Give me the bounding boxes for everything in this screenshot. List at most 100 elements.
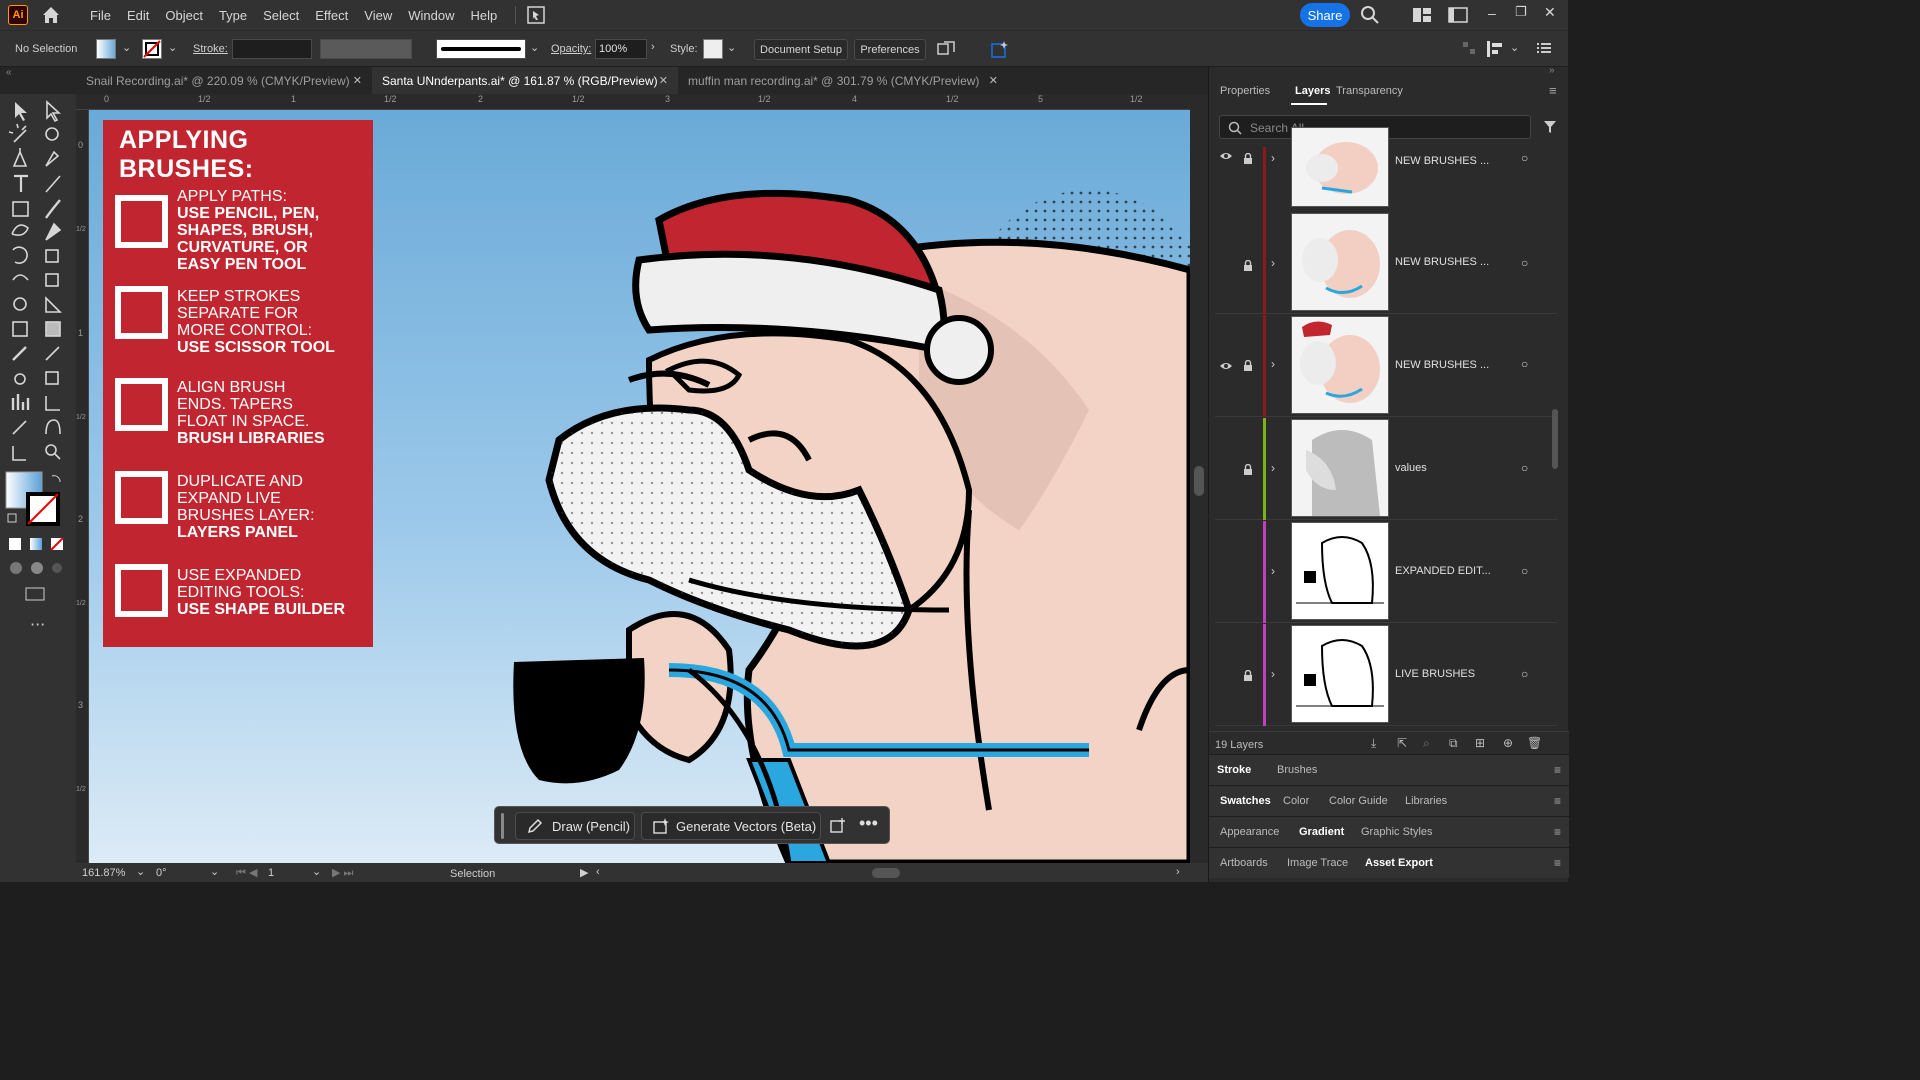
filter-icon[interactable]: [1543, 120, 1557, 134]
scroll-thumb[interactable]: [1552, 409, 1558, 469]
minimize-icon[interactable]: –: [1488, 5, 1496, 21]
chevron-down-icon[interactable]: ⌄: [727, 41, 736, 54]
tab-gradient[interactable]: Gradient: [1299, 826, 1344, 838]
tab-color[interactable]: Color: [1283, 795, 1309, 807]
workspace-icon[interactable]: [1412, 7, 1432, 23]
menu-view[interactable]: View: [356, 8, 400, 23]
layer-row[interactable]: › LIVE BRUSHES ○: [1215, 624, 1557, 726]
chevron-down-icon[interactable]: ⌄: [210, 865, 219, 878]
document-setup-button[interactable]: Document Setup: [754, 39, 848, 60]
panel-menu-icon[interactable]: ≡: [1554, 856, 1561, 870]
brush-definition-field[interactable]: [436, 39, 526, 59]
clipping-mask-icon[interactable]: ⧉: [1449, 736, 1458, 751]
lock-icon[interactable]: [1243, 360, 1253, 372]
screen-mode-icon[interactable]: [25, 587, 45, 601]
slice-tool-icon[interactable]: [12, 420, 27, 435]
layer-row[interactable]: › NEW BRUSHES ... ○: [1215, 212, 1557, 314]
eyedropper-tool-icon[interactable]: [12, 346, 27, 361]
more-options-icon[interactable]: •••: [859, 813, 878, 834]
layer-name[interactable]: EXPANDED EDIT...: [1395, 565, 1491, 577]
target-icon[interactable]: ○: [1521, 461, 1528, 475]
tab-snail-recording[interactable]: Snail Recording.ai* @ 220.09 % (CMYK/Pre…: [76, 67, 372, 94]
transform-icon[interactable]: [936, 40, 956, 58]
trash-icon[interactable]: 🗑: [1527, 736, 1542, 750]
layer-row[interactable]: › NEW BRUSHES ... ○: [1215, 315, 1557, 417]
tab-color-guide[interactable]: Color Guide: [1329, 795, 1388, 807]
share-button[interactable]: Share: [1300, 3, 1350, 27]
export-icon[interactable]: ⇱: [1397, 736, 1407, 750]
layer-row[interactable]: › values ○: [1215, 418, 1557, 520]
shape-builder-tool-icon[interactable]: [13, 297, 27, 311]
stroke-label[interactable]: Stroke:: [193, 43, 228, 55]
drag-handle[interactable]: [501, 813, 504, 839]
menu-object[interactable]: Object: [157, 8, 211, 23]
checkbox-expanded-editing[interactable]: [115, 564, 168, 617]
tab-asset-export[interactable]: Asset Export: [1365, 857, 1433, 869]
print-tiling-tool-icon[interactable]: [12, 446, 26, 461]
layer-name[interactable]: values: [1395, 462, 1427, 474]
chevron-right-icon[interactable]: ›: [651, 41, 655, 53]
close-icon[interactable]: ✕: [1544, 4, 1556, 21]
tab-muffin-man-recording[interactable]: muffin man recording.ai* @ 301.79 % (CMY…: [678, 67, 1008, 94]
pen-tool-icon[interactable]: [12, 148, 28, 167]
tab-stroke[interactable]: Stroke: [1217, 764, 1251, 776]
home-icon[interactable]: [40, 4, 62, 26]
scale-tool-icon[interactable]: [45, 249, 59, 263]
collapse-icon[interactable]: «: [6, 67, 12, 78]
checkbox-keep-strokes[interactable]: [115, 286, 168, 339]
arrange-icon[interactable]: [526, 5, 546, 25]
lock-icon[interactable]: [1243, 670, 1253, 682]
opacity-field[interactable]: 100%: [595, 39, 647, 59]
tab-appearance[interactable]: Appearance: [1220, 826, 1279, 838]
screen-mode-icon[interactable]: [1448, 7, 1468, 23]
tab-santa-unnderpants[interactable]: Santa UNnderpants.ai* @ 161.87 % (RGB/Pr…: [372, 67, 678, 94]
hand-tool-icon[interactable]: [45, 419, 61, 435]
collect-export-icon[interactable]: ⤓: [1371, 736, 1376, 751]
vertical-ruler[interactable]: 0 1/2 1 1/2 2 1/2 3 1/2: [76, 110, 89, 863]
menu-edit[interactable]: Edit: [119, 8, 157, 23]
checkbox-duplicate-expand[interactable]: [115, 471, 168, 524]
canvas-vertical-scrollbar[interactable]: [1190, 94, 1208, 863]
panel-menu-icon[interactable]: ≡: [1554, 825, 1561, 839]
mesh-tool-icon[interactable]: [12, 321, 28, 337]
expand-icon[interactable]: »: [1549, 65, 1555, 76]
search-icon[interactable]: [1360, 5, 1380, 25]
menu-select[interactable]: Select: [255, 8, 307, 23]
lock-icon[interactable]: [1243, 153, 1253, 165]
style-swatch[interactable]: [703, 39, 723, 59]
layer-name[interactable]: NEW BRUSHES ...: [1395, 256, 1489, 268]
new-layer-icon[interactable]: ⊕: [1503, 736, 1513, 750]
add-image-icon[interactable]: [829, 817, 847, 835]
width-tool-icon[interactable]: [12, 274, 29, 281]
chevron-down-icon[interactable]: ⌄: [312, 865, 321, 878]
align-icon[interactable]: [1462, 41, 1476, 55]
curvature-tool-icon[interactable]: [45, 150, 60, 167]
rotate-tool-icon[interactable]: [12, 246, 28, 264]
swap-icon[interactable]: [51, 475, 61, 483]
tab-artboards[interactable]: Artboards: [1220, 857, 1268, 869]
generate-vectors-button[interactable]: Generate Vectors (Beta): [641, 812, 821, 840]
draw-normal-icon[interactable]: [10, 562, 22, 574]
eye-icon[interactable]: [1219, 361, 1233, 371]
more-tools-icon[interactable]: ···: [30, 615, 45, 634]
shaper-tool-icon[interactable]: [11, 224, 29, 236]
rectangle-tool-icon[interactable]: [12, 201, 29, 217]
horizontal-scroll-thumb[interactable]: [872, 868, 900, 878]
symbol-sprayer-tool-icon[interactable]: [45, 371, 59, 385]
chevron-down-icon[interactable]: ⌄: [136, 865, 145, 878]
menu-type[interactable]: Type: [211, 8, 255, 23]
scroll-thumb[interactable]: [1194, 466, 1204, 496]
chevron-down-icon[interactable]: ⌄: [530, 41, 539, 54]
layers-scrollbar[interactable]: [1549, 149, 1561, 729]
tab-properties[interactable]: Properties: [1220, 85, 1270, 97]
zoom-tool-icon[interactable]: [45, 444, 57, 456]
fill-swatch[interactable]: [96, 39, 116, 59]
preferences-button[interactable]: Preferences: [854, 39, 926, 60]
zoom-level[interactable]: 161.87%: [82, 867, 125, 879]
chevron-right-icon[interactable]: ›: [1271, 564, 1275, 578]
column-graph-tool-icon[interactable]: [11, 394, 30, 410]
locate-object-icon[interactable]: ⌕: [1423, 736, 1430, 751]
measure-tool-icon[interactable]: [45, 346, 60, 361]
paintbrush-tool-icon[interactable]: [45, 199, 61, 219]
next-artboard-icon[interactable]: ▶ ⏭: [332, 866, 353, 880]
